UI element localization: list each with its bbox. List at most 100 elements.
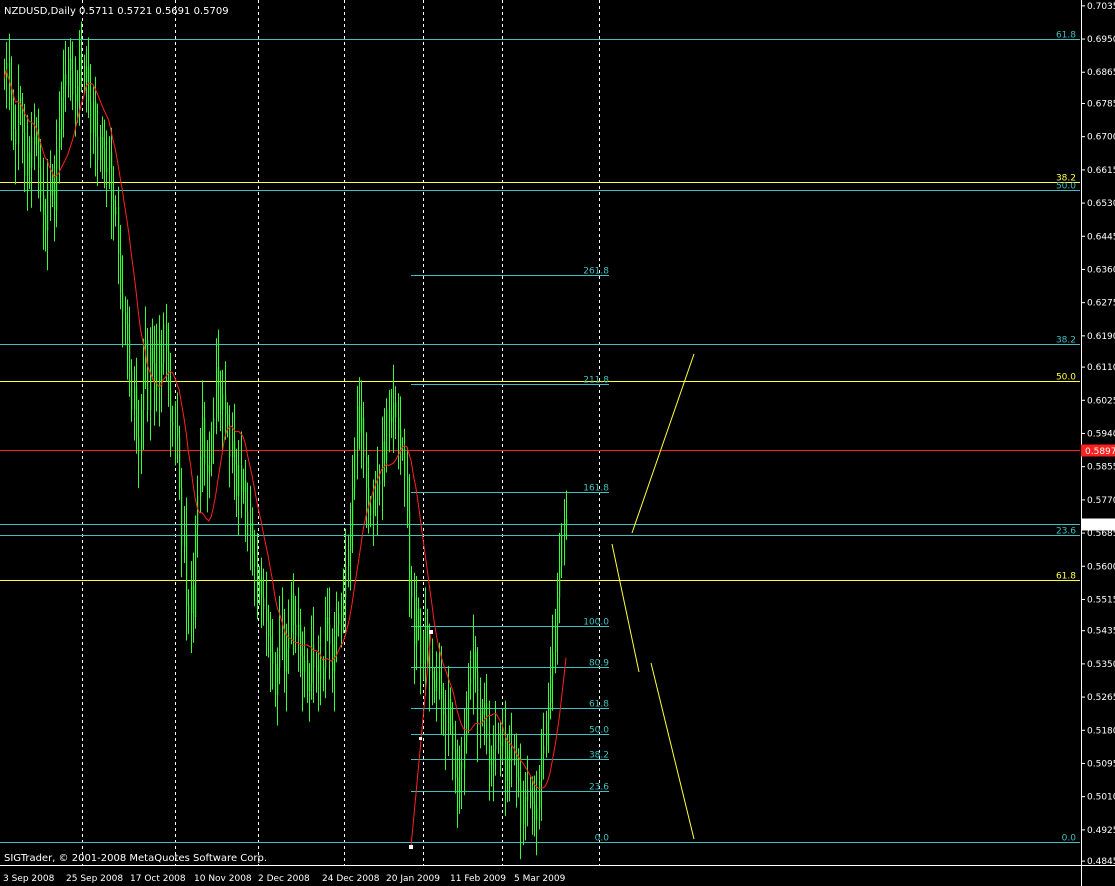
candle-body bbox=[498, 734, 500, 742]
candle-body bbox=[227, 413, 229, 426]
candle-body bbox=[154, 363, 156, 391]
candle-body bbox=[143, 363, 145, 411]
fib-anchor-point bbox=[429, 630, 433, 634]
candle-body bbox=[352, 488, 354, 528]
candle-body bbox=[359, 406, 361, 434]
fib-level-label: 0.0 bbox=[1062, 834, 1077, 844]
candle-body bbox=[27, 152, 29, 176]
candle-body bbox=[225, 394, 227, 414]
candle-body bbox=[518, 777, 520, 782]
candle-body bbox=[70, 58, 72, 71]
candle-body bbox=[134, 386, 136, 411]
candle-body bbox=[288, 632, 290, 649]
candle-body bbox=[470, 679, 472, 684]
copyright-text: SIGTrader, © 2001-2008 MetaQuotes Softwa… bbox=[4, 853, 267, 864]
candle-body bbox=[370, 507, 372, 516]
candle-body bbox=[232, 441, 234, 457]
candle-body bbox=[104, 148, 106, 172]
x-tick-label: 11 Feb 2009 bbox=[450, 874, 506, 884]
candle-body bbox=[243, 480, 245, 493]
chart-area: 61.8 38.2 50.0 38.2 50.0 23.6 61.8 0.0 261.8 211.… bbox=[0, 0, 1115, 886]
candle-body bbox=[477, 671, 479, 723]
candle-body bbox=[338, 613, 340, 625]
y-tick-label: 0.5435 bbox=[1087, 627, 1115, 637]
chart-title: NZDUSD,Daily 0.5711 0.5721 0.5691 0.5709 bbox=[4, 6, 229, 17]
candle-body bbox=[391, 417, 393, 422]
candle-body bbox=[163, 324, 165, 364]
candle-body bbox=[211, 433, 213, 465]
candle-body bbox=[407, 476, 409, 512]
candle-body bbox=[309, 683, 311, 692]
candle-body bbox=[179, 437, 181, 489]
fib-level-label: 61.8 bbox=[1056, 31, 1076, 41]
candle-body bbox=[445, 714, 447, 731]
y-tick-label: 0.5095 bbox=[1087, 759, 1115, 769]
candle-body bbox=[204, 417, 206, 465]
candle-body bbox=[147, 339, 149, 411]
candle-body bbox=[131, 370, 133, 411]
y-tick-label: 0.5350 bbox=[1087, 660, 1115, 670]
candle-body bbox=[379, 480, 381, 485]
candle-body bbox=[241, 464, 243, 493]
candle-body bbox=[502, 738, 504, 746]
candle-body bbox=[325, 617, 327, 668]
candle-body bbox=[523, 796, 525, 824]
candle-body bbox=[257, 566, 259, 594]
candle-body bbox=[336, 624, 338, 637]
candle-body bbox=[166, 324, 168, 352]
y-tick-label: 0.6275 bbox=[1087, 299, 1115, 309]
candle-body bbox=[425, 624, 427, 660]
candle-body bbox=[311, 644, 313, 684]
fib-level-label: 50.0 bbox=[1056, 182, 1076, 192]
candle-body bbox=[54, 175, 56, 211]
candle-body bbox=[34, 136, 36, 145]
y-tick-label: 0.5515 bbox=[1087, 595, 1115, 605]
candle-body bbox=[236, 464, 238, 496]
candle-body bbox=[461, 761, 463, 770]
candle-body bbox=[327, 617, 329, 625]
y-tick-label: 0.5940 bbox=[1087, 429, 1115, 439]
candle-body bbox=[65, 74, 67, 86]
candle-body bbox=[484, 702, 486, 715]
candle-body bbox=[334, 636, 336, 672]
y-tick-label: 0.7035 bbox=[1087, 2, 1115, 12]
y-tick-label: 0.5265 bbox=[1087, 693, 1115, 703]
candle-body bbox=[168, 351, 170, 391]
candle-body bbox=[491, 761, 493, 766]
candle-body bbox=[152, 347, 154, 364]
candle-body bbox=[186, 535, 188, 606]
candle-body bbox=[475, 652, 477, 672]
candle-body bbox=[316, 667, 318, 672]
candle-body bbox=[409, 511, 411, 582]
candle-body bbox=[75, 93, 77, 102]
x-tick-label: 24 Dec 2008 bbox=[322, 874, 380, 884]
candle-body bbox=[72, 70, 74, 94]
candle-body bbox=[120, 253, 122, 293]
candle-body bbox=[24, 132, 26, 176]
candle-body bbox=[29, 152, 31, 168]
candle-body bbox=[175, 425, 177, 427]
candle-body bbox=[366, 456, 368, 489]
candle-body bbox=[247, 511, 249, 536]
candle-body bbox=[90, 101, 92, 133]
candle-body bbox=[293, 593, 295, 625]
candle-body bbox=[436, 671, 438, 692]
candle-body bbox=[516, 753, 518, 778]
candle-body bbox=[207, 464, 209, 473]
candle-body bbox=[455, 749, 457, 778]
candle-body bbox=[363, 417, 365, 457]
candle-body bbox=[389, 410, 391, 422]
candle-body bbox=[550, 675, 552, 703]
candle-body bbox=[466, 702, 468, 742]
candle-body bbox=[77, 85, 79, 102]
candle-body bbox=[332, 644, 334, 672]
candle-body bbox=[450, 699, 452, 723]
candle-body bbox=[532, 796, 534, 805]
candle-body bbox=[95, 101, 97, 137]
candle-body bbox=[350, 527, 352, 551]
candle-body bbox=[61, 97, 63, 129]
candle-body bbox=[404, 449, 406, 477]
candle-body bbox=[307, 659, 309, 692]
candle-body bbox=[200, 456, 202, 496]
candle-body bbox=[482, 710, 484, 715]
